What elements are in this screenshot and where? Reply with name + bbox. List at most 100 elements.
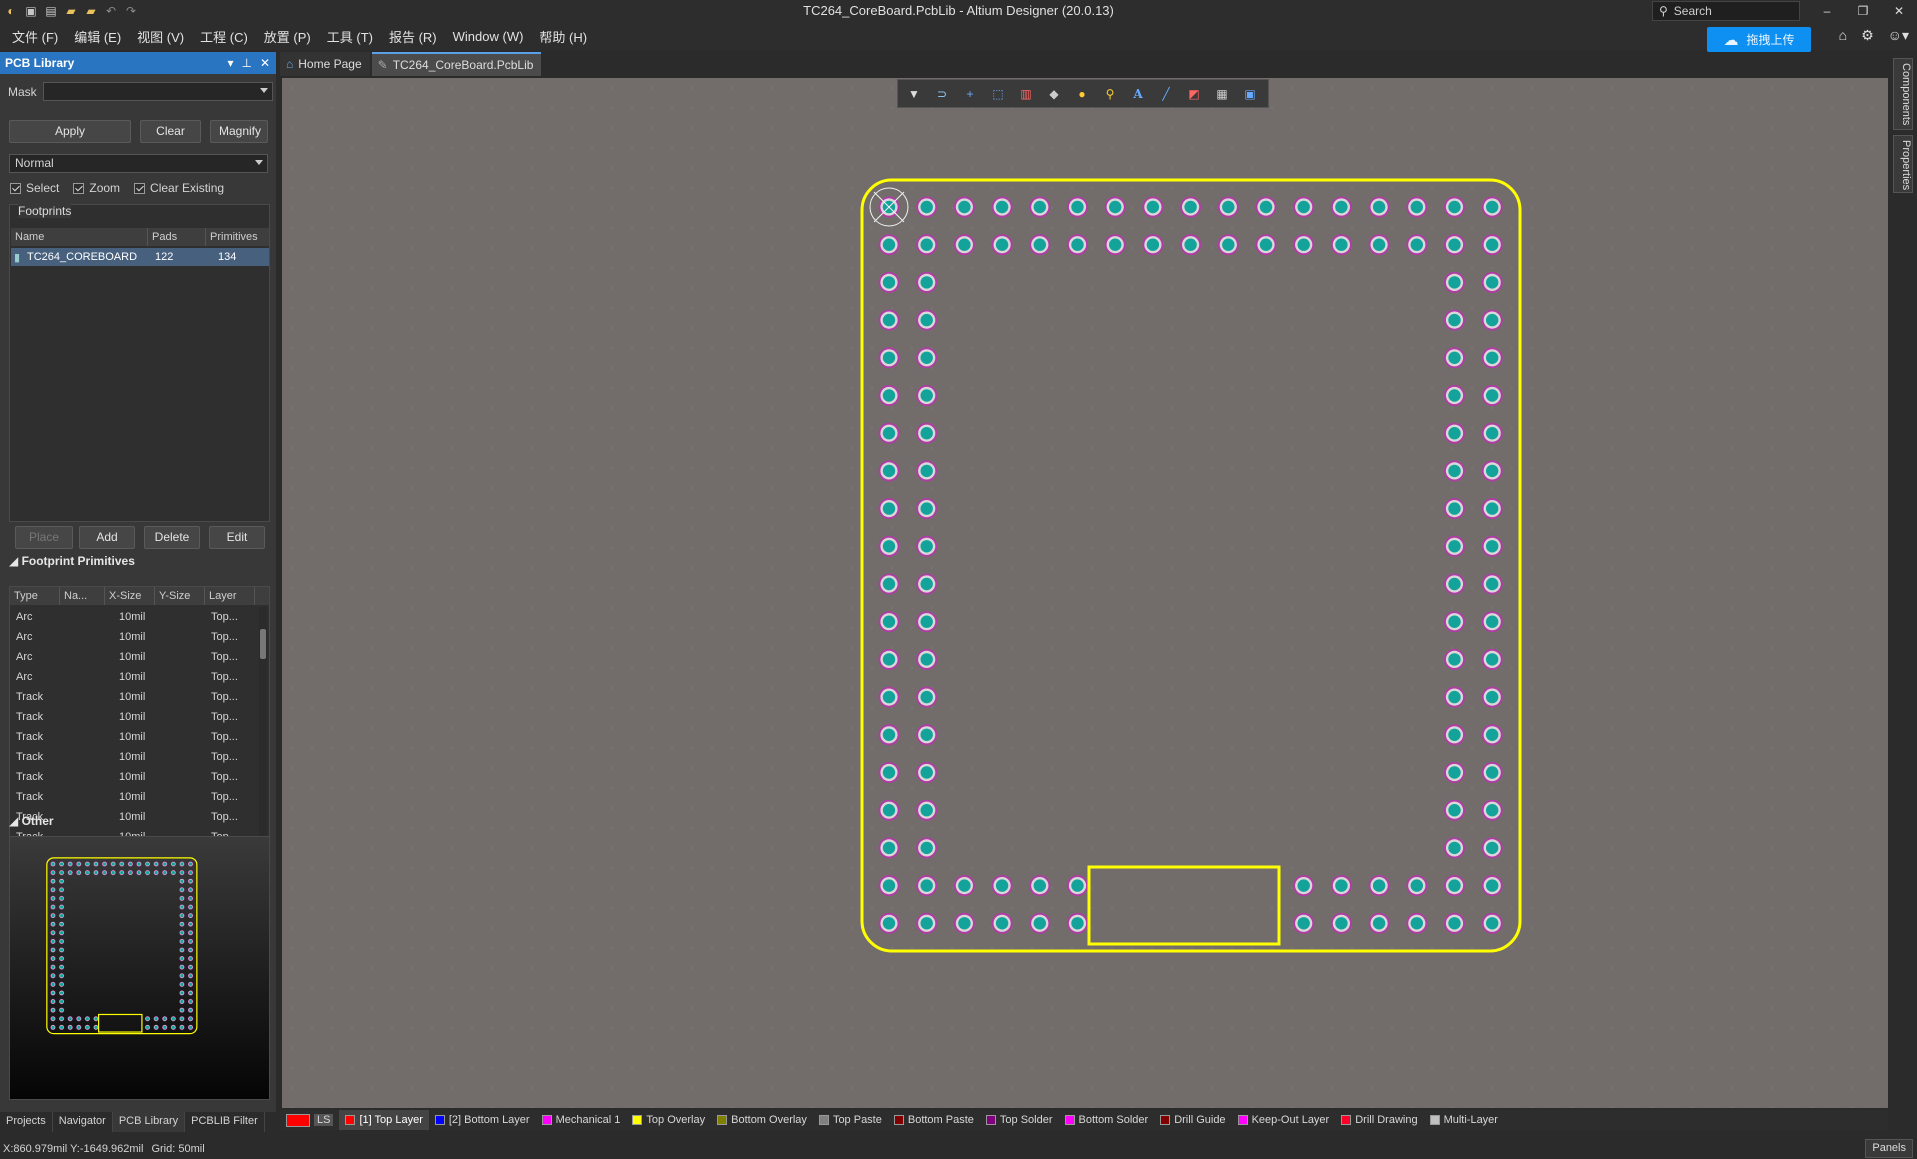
open-folder-icon[interactable]: ▰ [64, 4, 78, 18]
panel-close-icon[interactable]: ✕ [260, 52, 270, 74]
col-pads[interactable]: Pads [148, 228, 206, 246]
layer-tab[interactable]: Bottom Paste [888, 1110, 980, 1130]
dimension-icon[interactable]: ▦ [1212, 84, 1232, 104]
apply-button[interactable]: Apply [9, 120, 131, 143]
edit-button[interactable]: Edit [209, 526, 265, 549]
close-button[interactable]: ✕ [1881, 0, 1917, 22]
layer-tab[interactable]: Top Paste [813, 1110, 888, 1130]
tab-navigator[interactable]: Navigator [53, 1112, 113, 1132]
primitive-row[interactable]: Arc 10mil Top... [10, 627, 269, 647]
layer-tab[interactable]: Top Overlay [626, 1110, 711, 1130]
zoom-checkbox[interactable]: Zoom [73, 181, 120, 195]
prim-col-2[interactable]: X-Size [105, 587, 155, 605]
layer-tab[interactable]: Top Solder [980, 1110, 1059, 1130]
pad-hole [137, 862, 141, 866]
mask-input[interactable] [42, 82, 273, 101]
pin-icon[interactable]: ⊥ [241, 52, 251, 74]
panel-menu-icon[interactable]: ▾ [227, 52, 233, 74]
menu-tools[interactable]: 工具 (T) [319, 27, 381, 46]
align-icon[interactable]: ▥ [1016, 84, 1036, 104]
layer-tab[interactable]: [1] Top Layer [339, 1110, 429, 1130]
layer-tab[interactable]: Bottom Overlay [711, 1110, 813, 1130]
footprint-row[interactable]: ▮ TC264_COREBOARD 122 134 [11, 248, 269, 266]
via-icon[interactable]: ⚲ [1100, 84, 1120, 104]
text-icon[interactable]: A [1128, 84, 1148, 104]
search-box[interactable]: ⚲ Search [1652, 1, 1800, 21]
primitive-row[interactable]: Track 10mil Top... [10, 687, 269, 707]
prim-col-4[interactable]: Layer [205, 587, 255, 605]
add-button[interactable]: Add [79, 526, 135, 549]
layer-tab[interactable]: LS [280, 1110, 339, 1130]
save-all-icon[interactable]: ▤ [44, 4, 58, 18]
upload-button[interactable]: ☁ 拖拽上传 [1707, 27, 1811, 52]
select-rect-icon[interactable]: ⬚ [988, 84, 1008, 104]
col-primitives[interactable]: Primitives [206, 228, 269, 246]
component-icon[interactable]: ◆ [1044, 84, 1064, 104]
delete-button[interactable]: Delete [144, 526, 200, 549]
tab-pcblib-document[interactable]: ✎ TC264_CoreBoard.PcbLib [371, 52, 542, 76]
minimize-button[interactable]: – [1809, 0, 1845, 22]
filter-icon[interactable]: ▼ [904, 84, 924, 104]
primitive-row[interactable]: Arc 10mil Top... [10, 607, 269, 627]
magnify-button[interactable]: Magnify [210, 120, 268, 143]
region-icon[interactable]: ◩ [1184, 84, 1204, 104]
layer-tab[interactable]: Drill Drawing [1335, 1110, 1423, 1130]
menu-help[interactable]: 帮助 (H) [531, 27, 595, 46]
tab-properties[interactable]: Properties [1893, 135, 1913, 193]
prim-col-0[interactable]: Type [10, 587, 60, 605]
primitive-row[interactable]: Arc 10mil Top... [10, 647, 269, 667]
save-icon[interactable]: ▣ [24, 4, 38, 18]
clear-existing-checkbox[interactable]: Clear Existing [134, 181, 224, 195]
panels-button[interactable]: Panels [1865, 1139, 1913, 1158]
layer-tab[interactable]: Multi-Layer [1424, 1110, 1504, 1130]
menu-edit[interactable]: 编辑 (E) [66, 27, 129, 46]
tab-home-page[interactable]: ⌂ Home Page [280, 52, 370, 76]
primitive-row[interactable]: Track 10mil Top... [10, 747, 269, 767]
menu-view[interactable]: 视图 (V) [129, 27, 192, 46]
primitives-scrollbar[interactable] [259, 607, 267, 855]
undo-icon[interactable]: ↶ [104, 4, 118, 18]
line-icon[interactable]: ╱ [1156, 84, 1176, 104]
primitive-row[interactable]: Track 10mil Top... [10, 727, 269, 747]
tab-pcblib-filter[interactable]: PCBLIB Filter [185, 1112, 265, 1132]
clear-button[interactable]: Clear [140, 120, 201, 143]
scroll-thumb[interactable] [260, 629, 266, 659]
primitive-row[interactable]: Track 10mil Top... [10, 767, 269, 787]
menu-place[interactable]: 放置 (P) [256, 27, 319, 46]
layer-tab[interactable]: Bottom Solder [1059, 1110, 1155, 1130]
redo-icon[interactable]: ↷ [124, 4, 138, 18]
layer-tab[interactable]: Mechanical 1 [536, 1110, 627, 1130]
select-checkbox[interactable]: Select [10, 181, 59, 195]
menu-project[interactable]: 工程 (C) [192, 27, 256, 46]
layer-tab[interactable]: Drill Guide [1154, 1110, 1231, 1130]
tab-projects[interactable]: Projects [0, 1112, 53, 1132]
place-button[interactable]: Place [15, 526, 73, 549]
prim-col-3[interactable]: Y-Size [155, 587, 205, 605]
layer-tab[interactable]: Keep-Out Layer [1232, 1110, 1336, 1130]
gear-icon[interactable]: ⚙ [1861, 27, 1874, 44]
open-project-icon[interactable]: ▰ [84, 4, 98, 18]
menu-reports[interactable]: 报告 (R) [381, 27, 445, 46]
board-icon[interactable]: ▣ [1240, 84, 1260, 104]
restore-button[interactable]: ❐ [1845, 0, 1881, 22]
prim-col-1[interactable]: Na... [60, 587, 105, 605]
crosshair-icon[interactable]: + [960, 84, 980, 104]
mode-select[interactable]: Normal [9, 154, 268, 173]
col-name[interactable]: Name [11, 228, 148, 246]
layer-tab[interactable]: [2] Bottom Layer [429, 1110, 536, 1130]
primitive-row[interactable]: Track 10mil Top... [10, 707, 269, 727]
route-icon[interactable]: ⊃ [932, 84, 952, 104]
tab-pcb-library[interactable]: PCB Library [112, 1112, 186, 1132]
menu-file[interactable]: 文件 (F) [4, 27, 66, 46]
pcb-canvas[interactable] [282, 78, 1888, 1108]
home-icon[interactable]: ⌂ [1839, 27, 1847, 44]
user-icon[interactable]: ☺▾ [1888, 27, 1909, 44]
primitive-row[interactable]: Arc 10mil Top... [10, 667, 269, 687]
other-section-header[interactable]: ◢ Other [9, 814, 54, 828]
primitive-row[interactable]: Track 10mil Top... [10, 787, 269, 807]
primitives-section-header[interactable]: ◢ Footprint Primitives [9, 554, 135, 568]
footprint-drawing[interactable] [282, 78, 1888, 1108]
tab-components[interactable]: Components [1893, 58, 1913, 130]
pad-icon[interactable]: ● [1072, 84, 1092, 104]
menu-window[interactable]: Window (W) [445, 29, 532, 44]
